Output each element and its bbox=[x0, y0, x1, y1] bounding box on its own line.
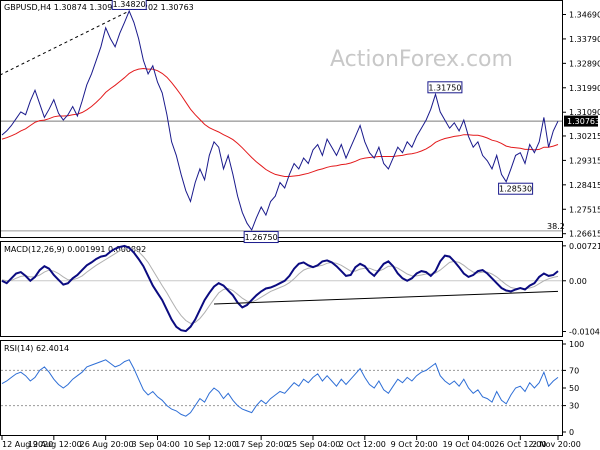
rsi-tick-label: 50 bbox=[569, 384, 579, 393]
price-tick-label: 1.26615 bbox=[569, 230, 600, 239]
macd-tick-label: 0.007213 bbox=[569, 242, 600, 251]
price-annotation-label: 1.28530 bbox=[499, 185, 532, 194]
price-annotation-label: 1.31750 bbox=[428, 83, 461, 92]
forex-chart: ActionForex.com GBPUSD,H4 1.30874 1.3095… bbox=[0, 0, 600, 450]
current-price-badge: 1.30763 bbox=[564, 115, 600, 127]
price-annotation: 1.31750 bbox=[427, 81, 463, 94]
rsi-header: RSI(14) 62.4014 bbox=[4, 344, 69, 353]
time-tick-label: 17 Sep 20:00 bbox=[235, 440, 288, 449]
price-tick-label: 1.28415 bbox=[569, 181, 600, 190]
macd-tick-label: 0.00 bbox=[569, 277, 587, 286]
price-tick-label: 1.30215 bbox=[569, 132, 600, 141]
time-tick-label: 25 Sep 04:00 bbox=[287, 440, 340, 449]
price-annotation: 1.28530 bbox=[498, 182, 534, 195]
price-header: GBPUSD,H4 1.30874 1.30957 1.30202 1.3076… bbox=[4, 3, 194, 12]
price-annotation-label: 1.26750 bbox=[245, 233, 278, 242]
time-tick-label: 2 Nov 20:00 bbox=[532, 440, 581, 449]
svg-text:1.30763: 1.30763 bbox=[567, 117, 600, 126]
price-tick-label: 1.29315 bbox=[569, 156, 600, 165]
price-tick-label: 1.27515 bbox=[569, 205, 600, 214]
price-annotation: 1.34820 bbox=[111, 0, 147, 10]
time-tick-label: 9 Oct 20:00 bbox=[391, 440, 438, 449]
price-tick-label: 1.33790 bbox=[569, 35, 600, 44]
price-tick-label: 1.32890 bbox=[569, 59, 600, 68]
rsi-tick-label: 30 bbox=[569, 402, 579, 411]
time-tick-label: 19 Aug 12:00 bbox=[28, 440, 82, 449]
time-tick-label: 2 Oct 12:00 bbox=[339, 440, 386, 449]
price-annotation-label: 1.34820 bbox=[113, 0, 146, 9]
price-tick-label: 1.31990 bbox=[569, 84, 600, 93]
rsi-tick-label: 100 bbox=[569, 340, 584, 349]
macd-tick-label: -0.01048 bbox=[569, 328, 600, 337]
rsi-tick-label: 70 bbox=[569, 366, 579, 375]
time-tick-label: 3 Sep 04:00 bbox=[131, 440, 179, 449]
time-tick-label: 19 Oct 04:00 bbox=[442, 440, 494, 449]
time-tick-label: 10 Sep 12:00 bbox=[183, 440, 236, 449]
time-tick-label: 26 Aug 20:00 bbox=[80, 440, 134, 449]
rsi-tick-label: 0 bbox=[569, 428, 574, 437]
price-tick-label: 1.34690 bbox=[569, 10, 600, 19]
price-annotation: 1.26750 bbox=[243, 231, 279, 244]
watermark: ActionForex.com bbox=[330, 47, 513, 72]
fibonacci-label: 38.2 bbox=[547, 222, 565, 231]
